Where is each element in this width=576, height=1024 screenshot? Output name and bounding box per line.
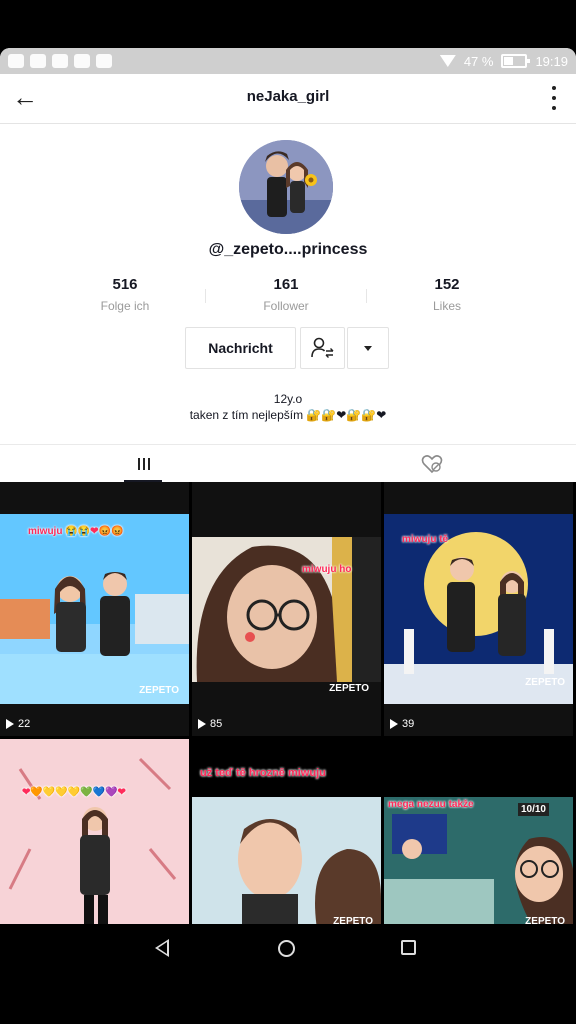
rank-label: 10/10: [517, 803, 549, 816]
play-count: 22: [6, 718, 30, 730]
app-notification-icon: [8, 54, 24, 68]
wifi-icon: [439, 55, 456, 67]
play-count: 39: [390, 718, 414, 730]
clock: 19:19: [535, 53, 568, 69]
video-thumbnail[interactable]: miwuju tě ZEPETO 39: [384, 482, 573, 736]
stat-likes[interactable]: 152 Likes: [377, 276, 517, 313]
image-notification-icon: [52, 54, 68, 68]
app-screen: 47 % 19:19 ← neJaka_girl @_zepeto....pri…: [0, 48, 576, 924]
zepeto-watermark: ZEPETO: [139, 685, 179, 696]
likes-count: 152: [434, 276, 460, 293]
user-following-icon: [310, 337, 333, 358]
video-cover: [192, 537, 381, 682]
play-icon: [390, 719, 398, 729]
followers-count: 161: [273, 276, 299, 293]
liked-hidden-icon: [421, 455, 443, 474]
following-count: 516: [112, 276, 138, 293]
video-caption: ❤🧡💛💛💛💚💙💜❤: [22, 787, 126, 798]
message-button[interactable]: Nachricht: [185, 327, 296, 369]
tiktok-notification-icon: [30, 54, 46, 68]
page-title: neJaka_girl: [246, 88, 330, 105]
status-bar: 47 % 19:19: [0, 48, 576, 74]
video-thumbnail[interactable]: miwuju ho ZEPETO 85: [192, 482, 381, 736]
more-options-icon[interactable]: [550, 86, 558, 110]
profile-stats: 516 Folge ich 161 Follower 152 Likes: [0, 276, 576, 320]
play-icon: [6, 719, 14, 729]
bio-line: taken z tím nejlepším 🔐🔐❤🔐🔐❤: [189, 408, 387, 422]
video-grid: miwuju 😭😭❤😡😡 ZEPETO 22 miwuju ho ZEPETO …: [0, 482, 576, 924]
grid-icon: [138, 458, 150, 470]
play-count: 85: [198, 718, 222, 730]
shazam-notification-icon: [74, 54, 90, 68]
battery-percent: 47 %: [463, 53, 494, 69]
battery-icon: [501, 54, 531, 68]
video-caption: miwuju ho: [302, 564, 352, 575]
play-count-value: 39: [402, 718, 415, 730]
stat-divider: [205, 289, 206, 303]
tab-videos[interactable]: [0, 445, 288, 483]
avatar-image: [239, 140, 333, 234]
follow-status-button[interactable]: [300, 327, 345, 369]
bio-line: 12y.o: [273, 392, 303, 406]
stat-divider: [366, 289, 367, 303]
following-label: Folge ich: [100, 299, 150, 313]
zepeto-watermark: ZEPETO: [329, 683, 369, 694]
caret-down-icon: [364, 345, 372, 351]
zepeto-watermark: ZEPETO: [525, 677, 565, 688]
likes-label: Likes: [432, 299, 461, 313]
video-cover: [0, 514, 189, 704]
video-thumbnail[interactable]: mega nezuu takže 10/10 ZEPETO: [384, 739, 573, 924]
username-handle: @_zepeto....princess: [208, 241, 368, 258]
zepeto-watermark: ZEPETO: [525, 916, 565, 924]
youtube-notification-icon: [96, 54, 112, 68]
play-count-value: 85: [210, 718, 223, 730]
avatar[interactable]: [239, 140, 333, 234]
video-caption: miwuju tě: [402, 534, 449, 545]
phone-frame: 47 % 19:19 ← neJaka_girl @_zepeto....pri…: [0, 0, 576, 1024]
video-thumbnail[interactable]: už teď tě hrozně miwuju ZEPETO: [192, 739, 381, 924]
followers-label: Follower: [263, 299, 309, 313]
video-cover: [0, 739, 189, 924]
stat-following[interactable]: 516 Folge ich: [55, 276, 195, 313]
video-caption: už teď tě hrozně miwuju: [200, 767, 326, 779]
suggested-accounts-button[interactable]: [347, 327, 389, 369]
nav-home-icon[interactable]: [278, 940, 295, 957]
video-cover: [384, 739, 573, 924]
notification-icons: [8, 54, 112, 68]
system-nav-bar: [0, 924, 576, 972]
video-thumbnail[interactable]: miwuju 😭😭❤😡😡 ZEPETO 22: [0, 482, 189, 736]
stat-followers[interactable]: 161 Follower: [216, 276, 356, 313]
tab-liked-videos[interactable]: [288, 445, 576, 483]
profile-tabs: [0, 444, 576, 482]
nav-back-icon[interactable]: [155, 939, 169, 957]
nav-recents-icon[interactable]: [401, 940, 416, 955]
video-thumbnail[interactable]: ❤🧡💛💛💛💚💙💜❤: [0, 739, 189, 924]
video-caption: mega nezuu takže: [388, 799, 474, 810]
play-icon: [198, 719, 206, 729]
zepeto-watermark: ZEPETO: [333, 916, 373, 924]
play-count-value: 22: [18, 718, 31, 730]
video-caption: miwuju 😭😭❤😡😡: [28, 526, 124, 537]
profile-header: ← neJaka_girl: [0, 74, 576, 124]
